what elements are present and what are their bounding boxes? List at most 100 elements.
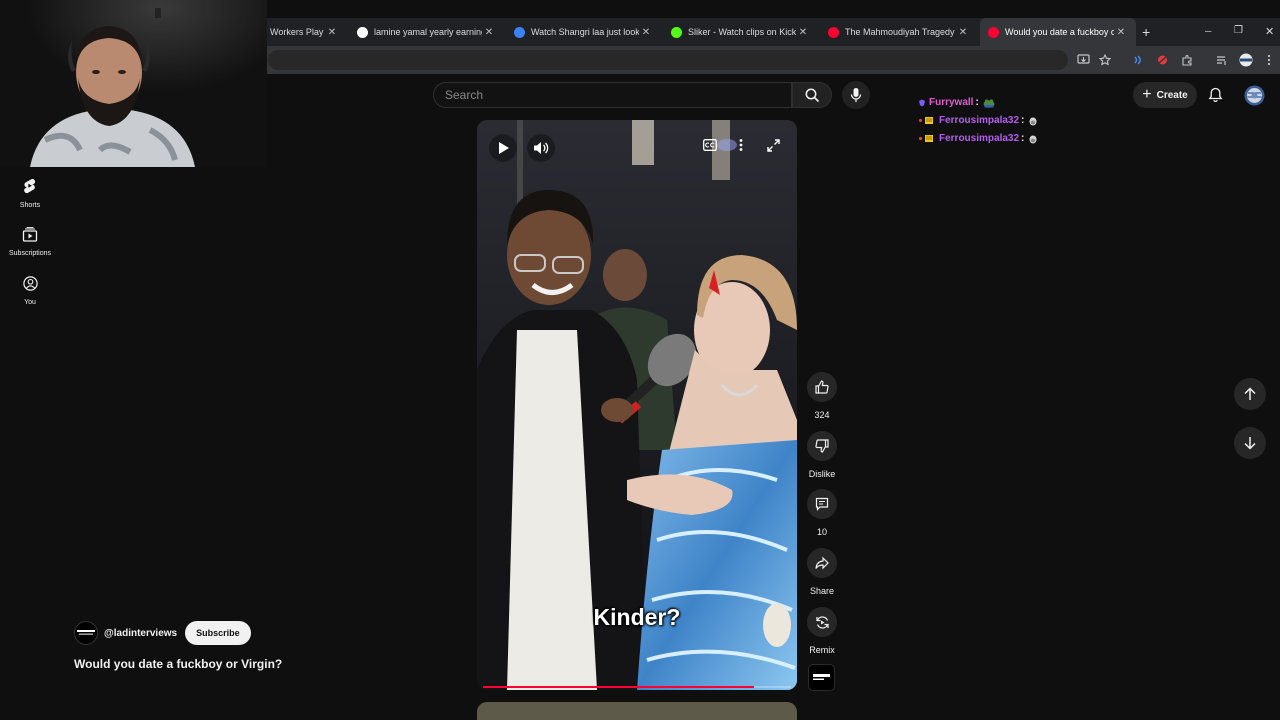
tab-title: Workers Play Ti [270, 27, 325, 37]
dislike-button[interactable]: Dislike [803, 431, 841, 479]
sound-thumbnail[interactable] [808, 664, 835, 691]
like-button[interactable]: 324 [803, 372, 841, 420]
frog-emote-icon [983, 98, 995, 108]
channel-handle[interactable]: @ladinterviews [104, 628, 177, 639]
chat-separator: : [1021, 115, 1025, 126]
tab-close-icon[interactable]: ✕ [639, 27, 653, 38]
tab-close-icon[interactable]: ✕ [956, 27, 970, 38]
chat-username[interactable]: Ferrousimpala32 [939, 133, 1019, 144]
search-button[interactable] [792, 82, 832, 108]
you-icon [22, 276, 38, 291]
new-tab-button[interactable]: + [1142, 24, 1150, 40]
volume-button[interactable] [527, 134, 555, 162]
egg-emote-icon [1029, 135, 1037, 143]
tab-title: Sliker - Watch clips on Kick [688, 27, 796, 37]
play-button[interactable] [489, 134, 517, 162]
fullscreen-icon[interactable] [767, 139, 780, 152]
video-progress-fill [483, 686, 755, 688]
thumbs-down-icon [815, 439, 829, 453]
next-short-button[interactable] [1234, 427, 1266, 459]
sidebar-item-subscriptions[interactable]: Subscriptions [4, 227, 56, 257]
tab-favicon-icon [828, 26, 839, 38]
chat-username[interactable]: Furrywall [929, 97, 973, 108]
chat-message: Furrywall : [918, 97, 995, 108]
minimize-button[interactable]: ─ [1205, 26, 1211, 36]
window-close-button[interactable]: ✕ [1265, 25, 1274, 38]
like-count: 324 [814, 410, 830, 420]
arrow-down-icon [1244, 437, 1256, 450]
tab-title: Would you date a fuckboy or V [1005, 27, 1114, 37]
chat-username[interactable]: Ferrousimpala32 [939, 115, 1019, 126]
sidebar-item-shorts[interactable]: Shorts [4, 178, 56, 209]
arrow-up-icon [1244, 387, 1256, 400]
previous-short-button[interactable] [1234, 378, 1266, 410]
share-button[interactable]: Share [803, 548, 841, 596]
tab-title: The Mahmoudiyah Tragedy #s [845, 27, 956, 37]
tab-close-icon[interactable]: ✕ [482, 27, 496, 38]
extension-red-icon[interactable] [1156, 54, 1169, 66]
channel-info: @ladinterviews Subscribe [74, 621, 251, 645]
channel-avatar-logo [77, 630, 95, 635]
volume-icon [534, 142, 549, 154]
comments-button[interactable]: 10 [803, 489, 841, 537]
video-caption: Kinder? [593, 604, 681, 630]
tab-favicon-icon [988, 26, 999, 38]
video-title: Would you date a fuckboy or Virgin? [74, 657, 283, 671]
browser-tab[interactable]: lamine yamal yearly earnings -✕ [349, 18, 504, 46]
browser-tab[interactable]: Workers Play Ti✕ [262, 18, 347, 46]
create-button[interactable]: + Create [1133, 82, 1197, 108]
sidebar-item-label: Shorts [19, 202, 41, 209]
shorts-video-player[interactable]: Kinder? [477, 120, 797, 690]
tab-close-icon[interactable]: ✕ [1114, 27, 1128, 38]
channel-avatar[interactable] [74, 621, 98, 645]
remix-button[interactable]: Remix [803, 607, 841, 655]
microphone-icon [850, 88, 862, 102]
browser-tab[interactable]: Would you date a fuckboy or V✕ [980, 18, 1136, 46]
extensions-puzzle-icon[interactable] [1181, 54, 1193, 66]
tab-close-icon[interactable]: ✕ [796, 27, 810, 38]
sidebar-item-label: You [24, 299, 36, 306]
share-label: Share [809, 586, 835, 596]
voice-search-button[interactable] [842, 81, 870, 109]
thumbs-up-icon [815, 380, 829, 394]
shorts-icon [24, 178, 36, 194]
restore-button[interactable]: ❐ [1234, 25, 1243, 36]
chat-message: Ferrousimpala32 : [918, 133, 1038, 144]
media-control-icon[interactable] [1216, 54, 1228, 66]
plus-icon: + [1142, 86, 1152, 103]
subscribe-button[interactable]: Subscribe [185, 621, 251, 645]
more-options-icon[interactable] [739, 139, 743, 151]
comment-icon [815, 497, 829, 511]
account-avatar-icon[interactable] [1244, 85, 1265, 106]
browser-menu-icon[interactable] [1266, 54, 1272, 66]
chat-badge-icon [918, 117, 933, 124]
browser-tab[interactable]: Sliker - Watch clips on Kick ✕ [663, 18, 818, 46]
tab-title: lamine yamal yearly earnings - [374, 27, 482, 37]
next-short-preview[interactable] [477, 702, 797, 720]
tab-close-icon[interactable]: ✕ [325, 27, 339, 38]
remix-icon [815, 615, 829, 629]
chat-message: Ferrousimpala32 : [918, 115, 1038, 126]
captions-icon[interactable] [703, 139, 717, 151]
profile-avatar-icon[interactable] [1239, 53, 1253, 67]
tab-favicon-icon [357, 26, 368, 38]
sidebar-item-you[interactable]: You [4, 276, 56, 306]
install-app-icon[interactable] [1077, 54, 1090, 66]
bookmark-star-icon[interactable] [1099, 54, 1111, 66]
create-label: Create [1156, 89, 1188, 101]
play-icon [499, 142, 509, 154]
browser-tab[interactable]: Watch Shangri laa just look at t✕ [506, 18, 661, 46]
tab-title: Watch Shangri laa just look at t [531, 27, 639, 37]
chat-separator: : [1021, 133, 1025, 144]
chat-badge-icon [919, 99, 925, 106]
tab-favicon-icon [671, 26, 682, 38]
comment-count: 10 [816, 527, 827, 537]
extension-translate-icon[interactable] [1132, 54, 1144, 66]
subscriptions-icon [22, 227, 38, 242]
omnibox[interactable] [268, 50, 1068, 70]
browser-tab[interactable]: The Mahmoudiyah Tragedy #s ✕ [820, 18, 978, 46]
notifications-bell-icon[interactable] [1208, 87, 1223, 103]
chat-separator: : [975, 97, 979, 108]
video-progress-bar[interactable] [483, 686, 791, 688]
search-input[interactable] [434, 83, 791, 107]
